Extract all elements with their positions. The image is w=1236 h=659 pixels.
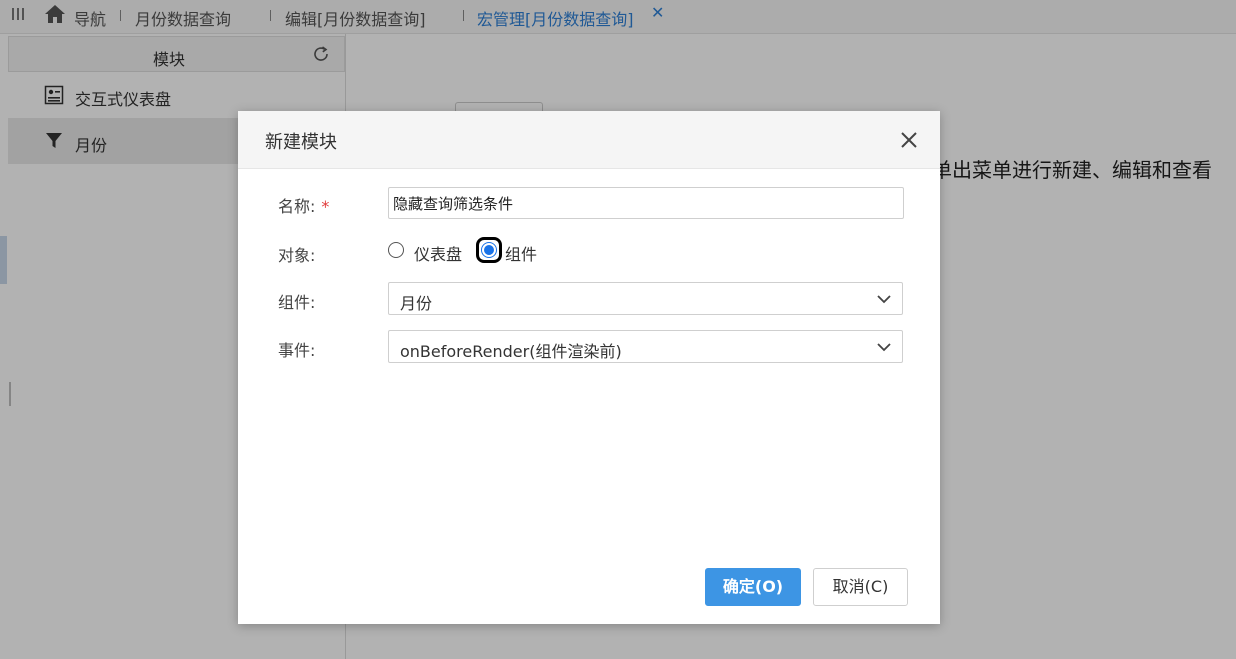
event-select[interactable]: onBeforeRender(组件渲染前)	[388, 330, 903, 363]
radio-dashboard[interactable]	[388, 242, 404, 258]
new-module-dialog: 新建模块 名称: * 对象: 仪表盘 组件 组件: 月份 事件: onBefore…	[238, 111, 940, 624]
name-input[interactable]	[388, 187, 904, 219]
confirm-button[interactable]: 确定(O)	[705, 568, 801, 606]
radio-component-label[interactable]: 组件	[505, 241, 537, 265]
dialog-title: 新建模块	[265, 132, 337, 153]
event-select-value: onBeforeRender(组件渲染前)	[400, 342, 622, 361]
chevron-down-icon	[877, 343, 891, 352]
target-label: 对象:	[278, 246, 316, 265]
component-select-value: 月份	[400, 294, 433, 313]
cancel-button[interactable]: 取消(C)	[813, 568, 908, 606]
close-icon[interactable]	[900, 131, 918, 149]
app-window: 导航 月份数据查询 编辑[月份数据查询] 宏管理[月份数据查询] ✕ 模块 交互…	[0, 0, 1236, 659]
radio-component[interactable]	[481, 242, 497, 258]
radio-dashboard-label[interactable]: 仪表盘	[414, 241, 462, 265]
name-label-text: 名称:	[278, 197, 316, 216]
component-label: 组件:	[278, 293, 316, 312]
chevron-down-icon	[877, 295, 891, 304]
dialog-header: 新建模块	[238, 111, 940, 169]
component-select[interactable]: 月份	[388, 282, 903, 315]
required-mark: *	[321, 197, 330, 216]
event-label: 事件:	[278, 341, 316, 360]
name-label: 名称: *	[278, 193, 329, 217]
